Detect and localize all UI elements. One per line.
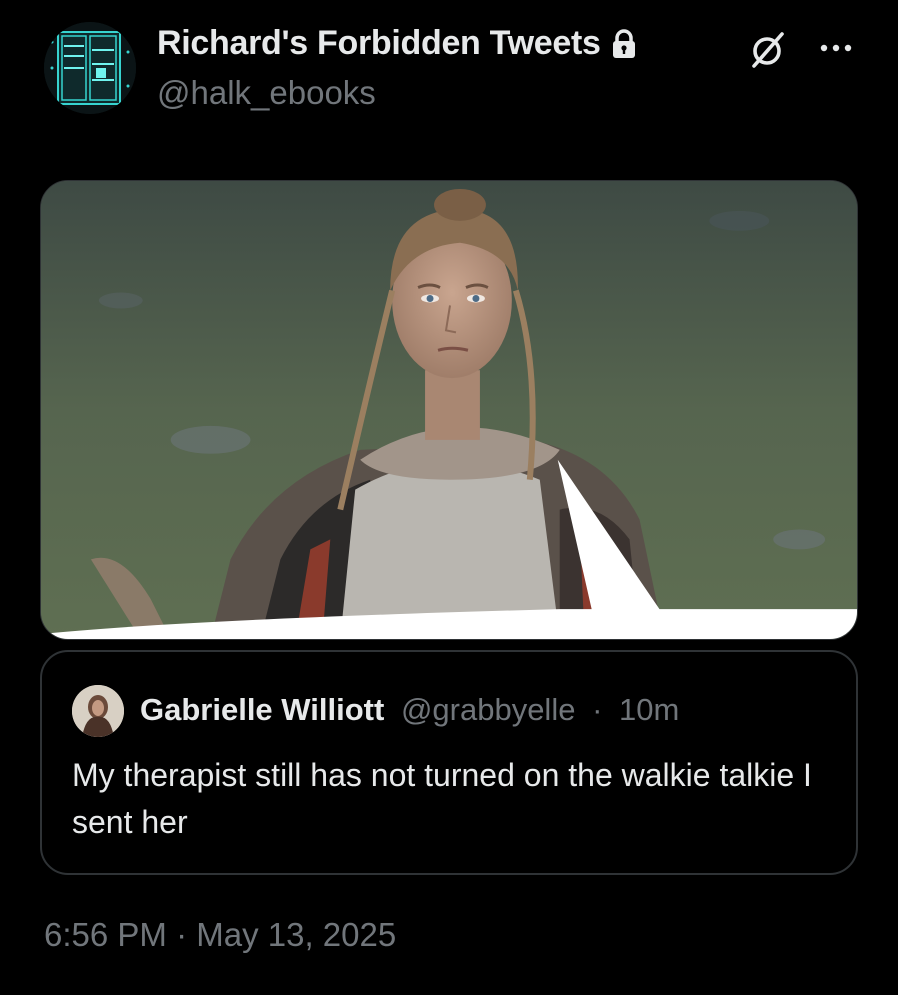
- quoted-tweet[interactable]: Gabrielle Williott @grabbyelle · 10m My …: [40, 650, 858, 875]
- quoted-display-name[interactable]: Gabrielle Williott: [140, 692, 384, 727]
- quoted-meta: Gabrielle Williott @grabbyelle · 10m: [140, 690, 679, 730]
- tweet-header: Richard's Forbidden Tweets @halk_ebooks: [0, 0, 898, 150]
- author-handle[interactable]: @halk_ebooks: [157, 74, 376, 112]
- quoted-handle[interactable]: @grabbyelle: [401, 692, 576, 727]
- quoted-avatar[interactable]: [72, 685, 124, 737]
- quoted-avatar-photo: [72, 685, 124, 737]
- tweet-timestamp[interactable]: 6:56 PM · May 13, 2025: [44, 916, 396, 954]
- lock-icon: [612, 28, 635, 58]
- author-display-name-text: Richard's Forbidden Tweets: [157, 24, 601, 62]
- author-display-name[interactable]: Richard's Forbidden Tweets: [157, 24, 637, 63]
- quoted-separator: ·: [592, 692, 603, 727]
- book-scan-avatar-icon: [44, 22, 136, 114]
- tweet-media-image[interactable]: [40, 180, 858, 640]
- photo-woman-speech-bubble: [41, 181, 857, 639]
- quoted-time[interactable]: 10m: [619, 692, 679, 727]
- more-icon[interactable]: [816, 28, 856, 68]
- grok-icon[interactable]: [748, 30, 788, 70]
- author-avatar[interactable]: [44, 22, 136, 114]
- quoted-text: My therapist still has not turned on the…: [72, 757, 812, 840]
